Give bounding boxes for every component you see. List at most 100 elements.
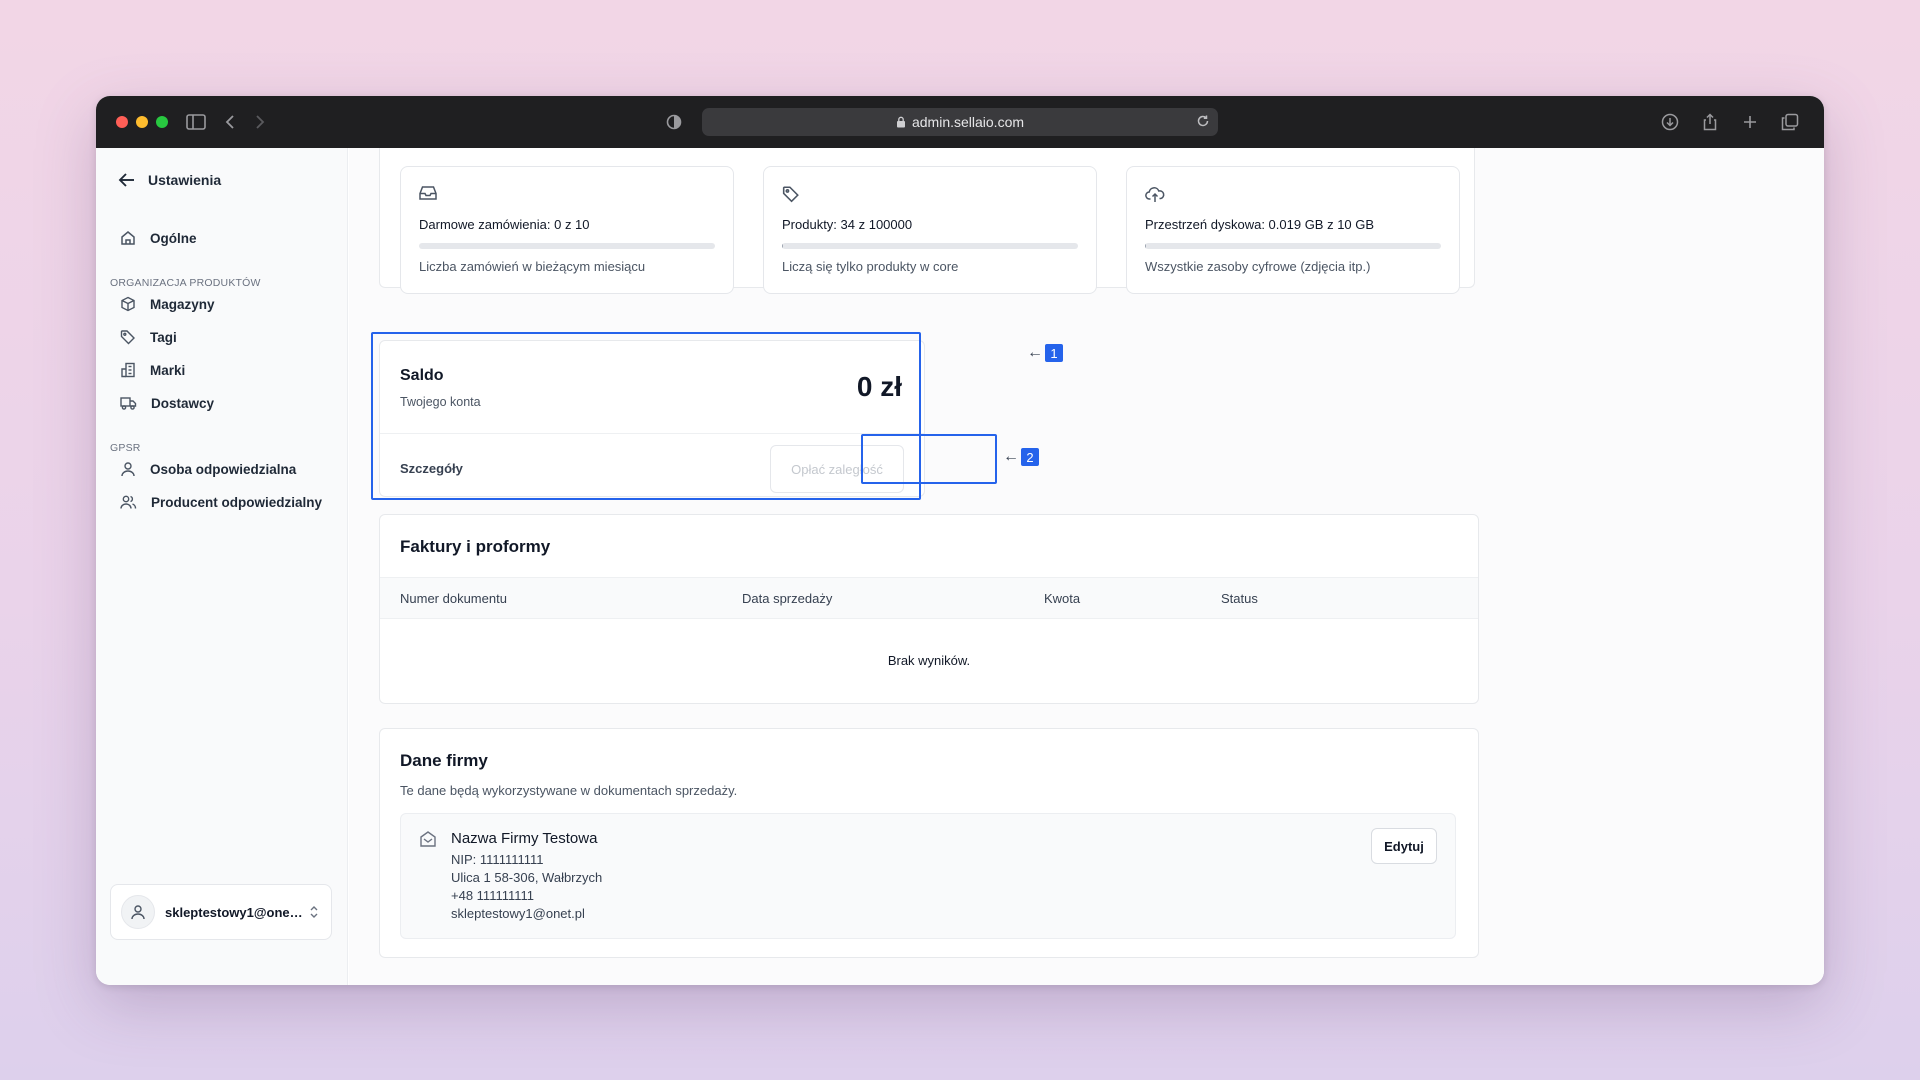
- sidebar-item-responsible-person[interactable]: Osoba odpowiedzialna: [120, 461, 296, 477]
- sidebar-item-warehouses[interactable]: Magazyny: [120, 296, 215, 312]
- usage-title: Darmowe zamówienia: 0 z 10: [419, 217, 590, 232]
- sidebar-toggle-icon[interactable]: [184, 110, 208, 134]
- usage-description: Wszystkie zasoby cyfrowe (zdjęcia itp.): [1145, 259, 1371, 274]
- box-icon: [121, 296, 135, 312]
- user-email: skleptestowy1@onet.pl: [165, 904, 305, 920]
- tag-icon: [120, 330, 135, 345]
- column-header[interactable]: Numer dokumentu: [400, 591, 507, 606]
- account-switcher[interactable]: skleptestowy1@onet.pl: [110, 884, 332, 940]
- usage-card-products: Produkty: 34 z 100000 Liczą się tylko pr…: [763, 166, 1097, 294]
- sidebar-item-label: Dostawcy: [151, 395, 215, 411]
- back-label: Ustawienia: [148, 172, 222, 188]
- usage-description: Liczba zamówień w bieżącym miesiącu: [419, 259, 646, 274]
- cloud-upload-icon: [1145, 185, 1165, 208]
- sidebar-item-label: Producent odpowiedzialny: [151, 494, 323, 510]
- back-icon[interactable]: [218, 110, 242, 134]
- sidebar-item-tags[interactable]: Tagi: [120, 329, 177, 345]
- annotation-marker-1: ← 1: [1027, 344, 1063, 362]
- close-window-button[interactable]: [116, 116, 128, 128]
- invoices-title: Faktury i proformy: [400, 537, 551, 556]
- zoom-window-button[interactable]: [156, 116, 168, 128]
- truck-icon: [120, 397, 137, 410]
- sidebar-item-label: Osoba odpowiedzialna: [150, 461, 297, 477]
- company-email: skleptestowy1@onet.pl: [451, 906, 585, 921]
- company-nip: NIP: 1111111111: [451, 852, 544, 867]
- minimize-window-button[interactable]: [136, 116, 148, 128]
- avatar: [121, 895, 155, 929]
- users-icon: [120, 495, 137, 509]
- company-address: Ulica 1 58-306, Wałbrzych: [451, 870, 603, 885]
- sidebar-item-responsible-producer[interactable]: Producent odpowiedzialny: [120, 494, 322, 510]
- buildings-icon: [121, 362, 135, 378]
- sidebar-item-label: Tagi: [150, 329, 177, 345]
- building-icon: [419, 830, 437, 853]
- tab-overview-icon[interactable]: [1778, 110, 1802, 134]
- sidebar-item-label: Ogólne: [150, 230, 197, 246]
- divider: [380, 433, 924, 434]
- privacy-shield-icon[interactable]: [662, 110, 686, 134]
- balance-title: Saldo: [400, 367, 444, 384]
- sidebar-item-suppliers[interactable]: Dostawcy: [120, 395, 214, 411]
- section-header-gpsr: GPSR: [110, 442, 141, 454]
- usage-progress-bar: [782, 243, 1078, 249]
- chevron-up-down-icon: [309, 904, 319, 920]
- share-icon[interactable]: [1698, 110, 1722, 134]
- company-subtitle: Te dane będą wykorzystywane w dokumentac…: [400, 783, 738, 798]
- inbox-icon: [419, 185, 437, 206]
- home-icon: [121, 231, 135, 245]
- tag-icon: [782, 185, 800, 208]
- column-header[interactable]: Data sprzedaży: [742, 591, 832, 606]
- window-controls: [116, 116, 168, 128]
- usage-description: Liczą się tylko produkty w core: [782, 259, 959, 274]
- company-phone: +48 111111111: [451, 888, 535, 903]
- marker-number: 1: [1045, 344, 1063, 362]
- usage-progress-fill: [1145, 243, 1146, 249]
- column-header[interactable]: Status: [1221, 591, 1258, 606]
- back-to-settings-link[interactable]: Ustawienia: [118, 172, 221, 188]
- table-header: Numer dokumentu Data sprzedaży Kwota Sta…: [380, 577, 1478, 619]
- section-header-products: ORGANIZACJA PRODUKTÓW: [110, 277, 261, 289]
- downloads-icon[interactable]: [1658, 110, 1682, 134]
- usage-card-orders: Darmowe zamówienia: 0 z 10 Liczba zamówi…: [400, 166, 734, 294]
- sidebar-item-label: Magazyny: [150, 296, 215, 312]
- usage-progress-bar: [1145, 243, 1441, 249]
- url-text: admin.sellaio.com: [911, 114, 1025, 130]
- pay-arrears-button[interactable]: Opłać zaległość: [770, 445, 904, 493]
- balance-subtitle: Twojego konta: [400, 395, 481, 409]
- browser-toolbar: admin.sellaio.com: [96, 96, 1824, 148]
- annotation-marker-2: ← 2: [1003, 448, 1039, 466]
- sidebar-item-general[interactable]: Ogólne: [120, 230, 197, 246]
- marker-number: 2: [1021, 448, 1039, 466]
- user-icon: [131, 905, 145, 920]
- company-details: Nazwa Firmy Testowa NIP: 1111111111 Ulic…: [400, 813, 1456, 939]
- forward-icon[interactable]: [248, 110, 272, 134]
- company-name: Nazwa Firmy Testowa: [451, 830, 598, 847]
- new-tab-icon[interactable]: [1738, 110, 1762, 134]
- settings-sidebar: Ustawienia Ogólne ORGANIZACJA PRODUKTÓW …: [96, 148, 348, 985]
- user-icon: [121, 462, 135, 477]
- arrow-left-icon: ←: [1003, 448, 1019, 465]
- main-content: Darmowe zamówienia: 0 z 10 Liczba zamówi…: [349, 148, 1824, 985]
- arrow-left-icon: [118, 173, 134, 187]
- lock-icon: [896, 116, 906, 128]
- sidebar-item-brands[interactable]: Marki: [120, 362, 185, 378]
- usage-title: Produkty: 34 z 100000: [782, 217, 913, 232]
- company-card: Dane firmy Te dane będą wykorzystywane w…: [379, 728, 1479, 958]
- usage-card-storage: Przestrzeń dyskowa: 0.019 GB z 10 GB Wsz…: [1126, 166, 1460, 294]
- usage-section: Darmowe zamówienia: 0 z 10 Liczba zamówi…: [379, 148, 1475, 294]
- company-title: Dane firmy: [400, 751, 488, 770]
- invoices-card: Faktury i proformy Numer dokumentu Data …: [379, 514, 1479, 704]
- address-bar[interactable]: admin.sellaio.com: [702, 108, 1218, 136]
- usage-progress-bar: [419, 243, 715, 249]
- edit-company-button[interactable]: Edytuj: [1371, 828, 1437, 864]
- empty-state: Brak wyników.: [887, 653, 971, 668]
- balance-card: Saldo Twojego konta 0 zł Szczegóły Opłać…: [379, 340, 925, 497]
- column-header[interactable]: Kwota: [1044, 591, 1080, 606]
- balance-amount: 0 zł: [856, 371, 902, 402]
- browser-window: admin.sellaio.com Ustawienia Ogólne ORGA…: [96, 96, 1824, 985]
- arrow-left-icon: ←: [1027, 344, 1043, 361]
- sidebar-item-label: Marki: [150, 362, 186, 378]
- reload-icon[interactable]: [1196, 114, 1210, 131]
- usage-title: Przestrzeń dyskowa: 0.019 GB z 10 GB: [1145, 217, 1375, 232]
- details-label: Szczegóły: [400, 461, 463, 476]
